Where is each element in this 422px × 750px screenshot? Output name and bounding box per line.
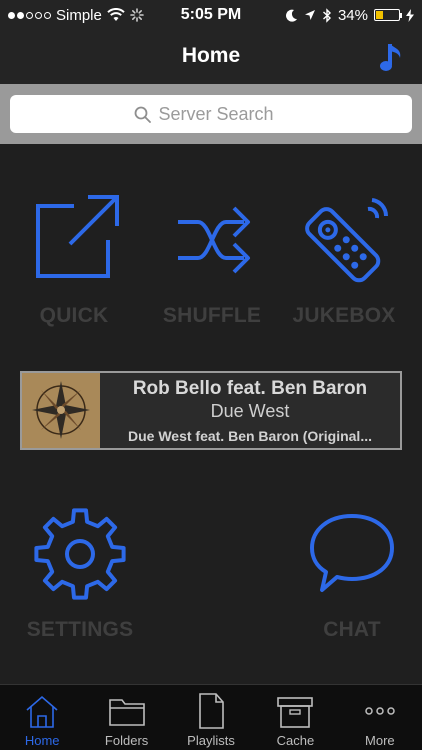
music-note-icon: [380, 44, 401, 71]
chat-button[interactable]: CHAT: [292, 506, 412, 642]
now-playing-album: Due West: [210, 401, 290, 421]
status-bar: Simple 5:05 PM 34%: [0, 0, 422, 30]
speech-bubble-icon: [310, 514, 394, 592]
activity-spinner-icon: [130, 8, 144, 22]
folder-icon: [108, 699, 145, 726]
settings-button[interactable]: SETTINGS: [20, 506, 140, 642]
now-playing-card[interactable]: Rob Bello feat. Ben Baron Due West Due W…: [20, 371, 402, 450]
battery-icon: [374, 9, 402, 21]
now-playing-info: Rob Bello feat. Ben Baron Due West Due W…: [100, 373, 400, 448]
shuffle-button[interactable]: SHUFFLE: [152, 192, 272, 328]
location-arrow-icon: [304, 10, 315, 20]
search-icon: [134, 106, 151, 123]
external-link-icon: [36, 195, 119, 278]
more-dots-icon: [365, 707, 395, 715]
tab-bar: Home Folders Playlists Cache More: [0, 684, 422, 750]
home-content: QUICK SHUFFLE JUKEBOX Rob Bello feat. Be…: [0, 144, 422, 684]
tab-playlists-label: Playlists: [187, 733, 235, 748]
signal-strength-icon: [8, 11, 51, 19]
carrier-name: Simple: [56, 6, 102, 24]
home-icon: [26, 695, 58, 728]
bluetooth-icon: [322, 7, 331, 23]
battery-percent: 34%: [337, 6, 368, 24]
shuffle-label: SHUFFLE: [162, 304, 262, 327]
tab-playlists[interactable]: Playlists: [169, 685, 253, 750]
now-playing-artist: Rob Bello feat. Ben Baron: [132, 378, 368, 399]
gear-icon: [34, 508, 126, 600]
wifi-icon: [107, 8, 125, 21]
tab-more[interactable]: More: [338, 685, 422, 750]
moon-icon: [285, 9, 297, 22]
shuffle-icon: [178, 206, 250, 274]
navigation-bar: Home: [0, 30, 422, 84]
status-left: Simple: [8, 7, 158, 24]
tab-more-label: More: [365, 733, 395, 748]
now-playing-track: Due West feat. Ben Baron (Original...: [127, 428, 372, 444]
tab-home[interactable]: Home: [0, 685, 84, 750]
search-bar: [0, 84, 422, 144]
jukebox-button[interactable]: JUKEBOX: [284, 192, 404, 328]
status-time: 5:05 PM: [180, 6, 242, 23]
tab-home-label: Home: [24, 733, 60, 748]
quick-label: QUICK: [39, 304, 109, 327]
archive-box-icon: [277, 697, 314, 728]
tab-cache[interactable]: Cache: [253, 685, 337, 750]
status-right: 34%: [264, 7, 414, 24]
tab-cache-label: Cache: [276, 733, 315, 748]
jukebox-label: JUKEBOX: [292, 304, 396, 327]
album-art: [22, 373, 100, 448]
now-playing-button[interactable]: [378, 40, 408, 74]
page-title: Home: [181, 44, 241, 67]
chat-label: CHAT: [323, 618, 381, 641]
quick-button[interactable]: QUICK: [14, 192, 134, 328]
search-input[interactable]: [158, 103, 289, 125]
document-icon: [199, 693, 224, 729]
search-box[interactable]: [10, 95, 412, 133]
settings-label: SETTINGS: [26, 618, 134, 641]
charging-bolt-icon: [406, 8, 414, 22]
tab-folders[interactable]: Folders: [84, 685, 168, 750]
tab-folders-label: Folders: [104, 733, 149, 748]
remote-control-icon: [305, 198, 389, 283]
